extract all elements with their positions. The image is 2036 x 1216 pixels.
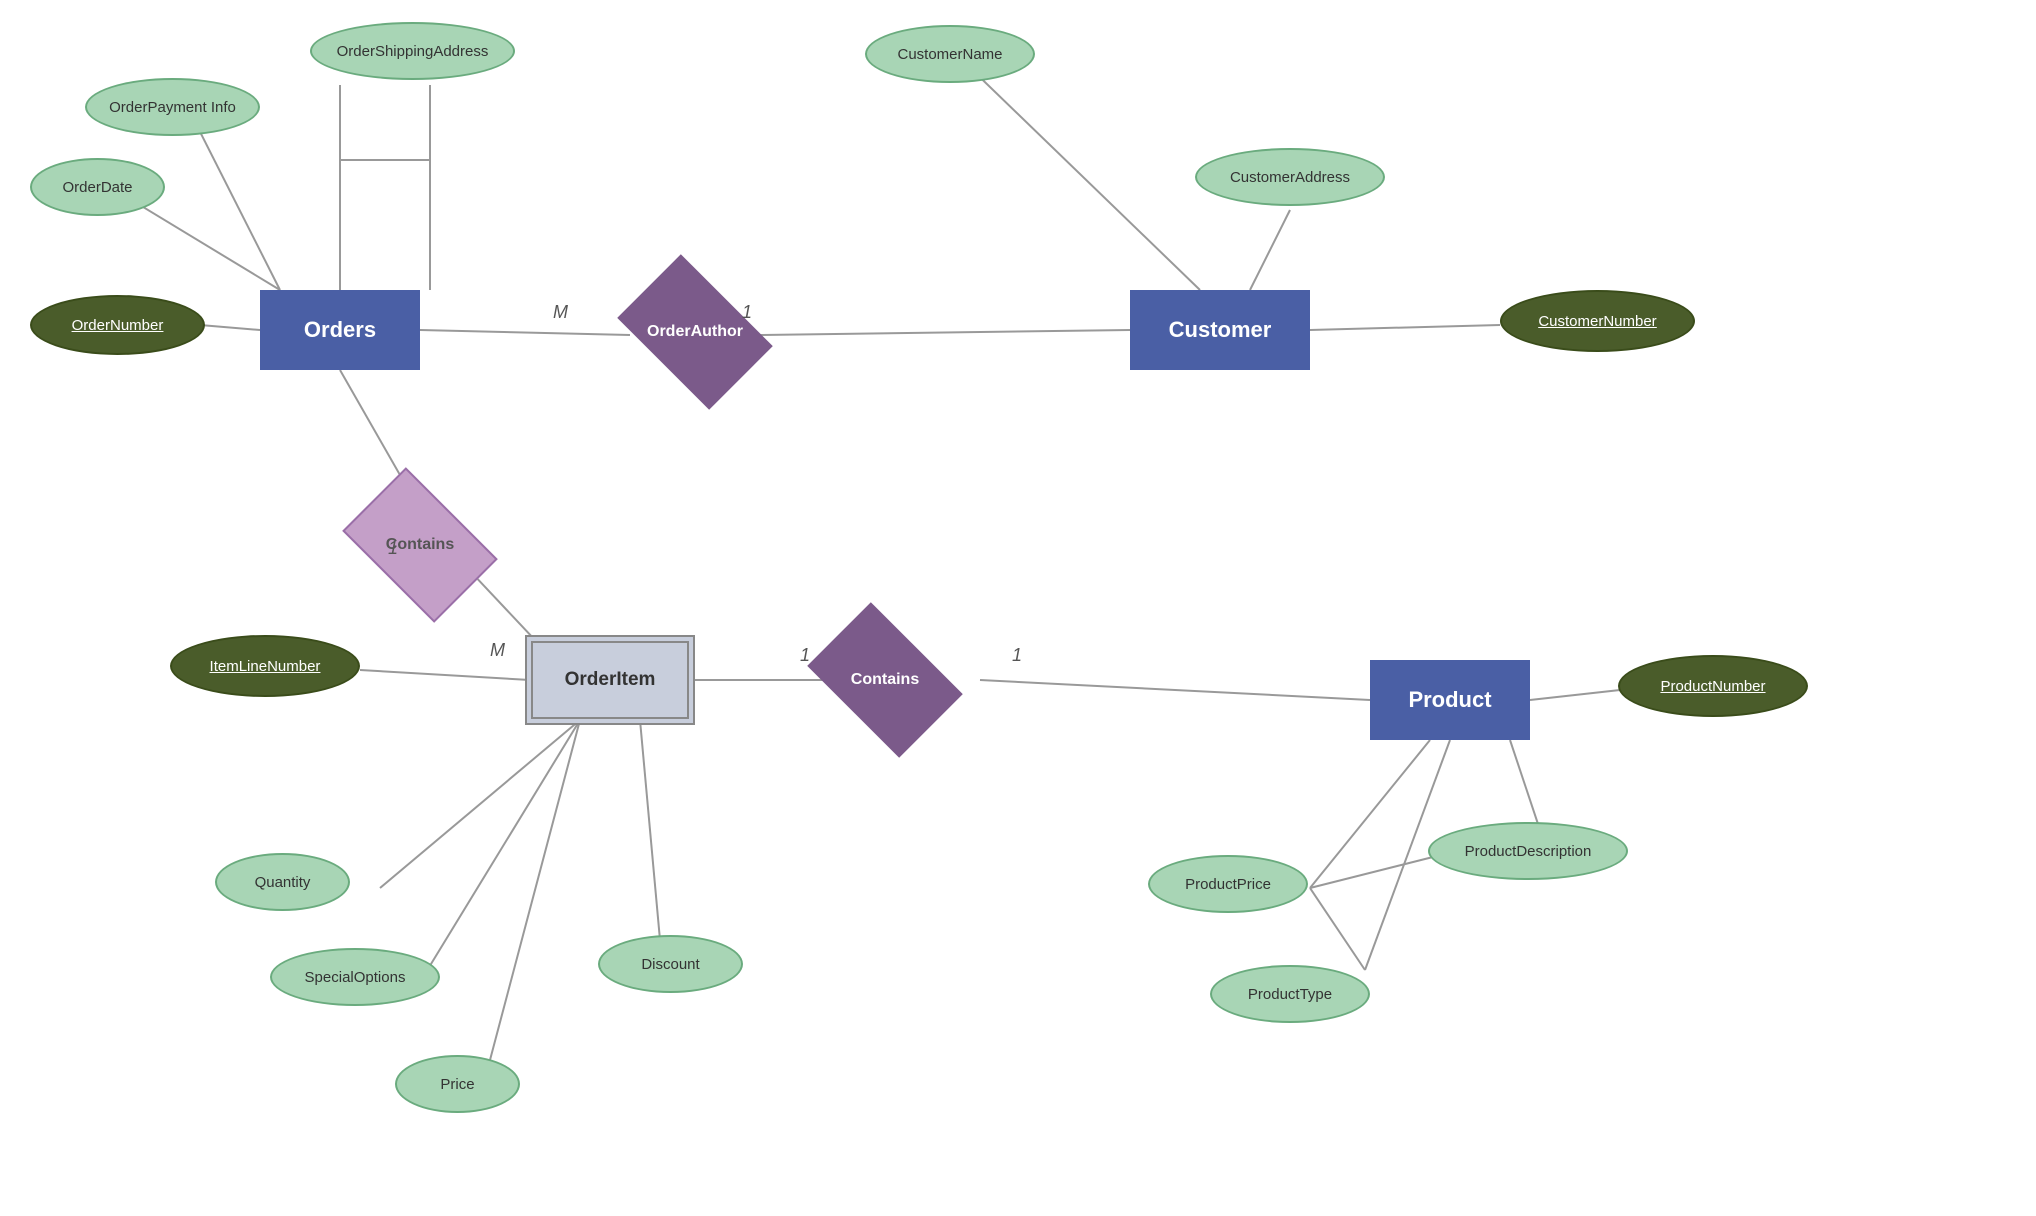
cardinality-1d: 1 [1012,645,1022,666]
attr-productprice: ProductPrice [1148,855,1308,913]
entity-orders[interactable]: Orders [260,290,420,370]
cardinality-1a: 1 [742,302,752,323]
attr-productdesc: ProductDescription [1428,822,1628,880]
attr-customername: CustomerName [865,25,1035,83]
attr-itemlinenumber: ItemLineNumber [170,635,360,697]
cardinality-m2: M [490,640,505,661]
entity-customer[interactable]: Customer [1130,290,1310,370]
cardinality-m1: M [553,302,568,323]
cardinality-1b: 1 [388,538,398,559]
attr-productnumber: ProductNumber [1618,655,1808,717]
relationship-contains2[interactable]: Contains [820,635,950,725]
attr-producttype: ProductType [1210,965,1370,1023]
relationship-orderauthor[interactable]: OrderAuthor [630,287,760,377]
attr-quantity: Quantity [215,853,350,911]
attr-specialoptions: SpecialOptions [270,948,440,1006]
attr-ordernumber: OrderNumber [30,295,205,355]
attr-discount: Discount [598,935,743,993]
attr-customernumber: CustomerNumber [1500,290,1695,352]
attr-orderpayment: OrderPayment Info [85,78,260,136]
attr-customeraddress: CustomerAddress [1195,148,1385,206]
er-diagram: Orders Customer Product OrderItem OrderA… [0,0,2036,1216]
entity-orderitem[interactable]: OrderItem [525,635,695,725]
connection-lines [0,0,2036,1216]
relationship-contains1[interactable]: Contains [355,500,485,590]
entity-product[interactable]: Product [1370,660,1530,740]
cardinality-1c: 1 [800,645,810,666]
attr-price: Price [395,1055,520,1113]
attr-orderdate: OrderDate [30,158,165,216]
attr-ordershipping: OrderShippingAddress [310,22,515,80]
